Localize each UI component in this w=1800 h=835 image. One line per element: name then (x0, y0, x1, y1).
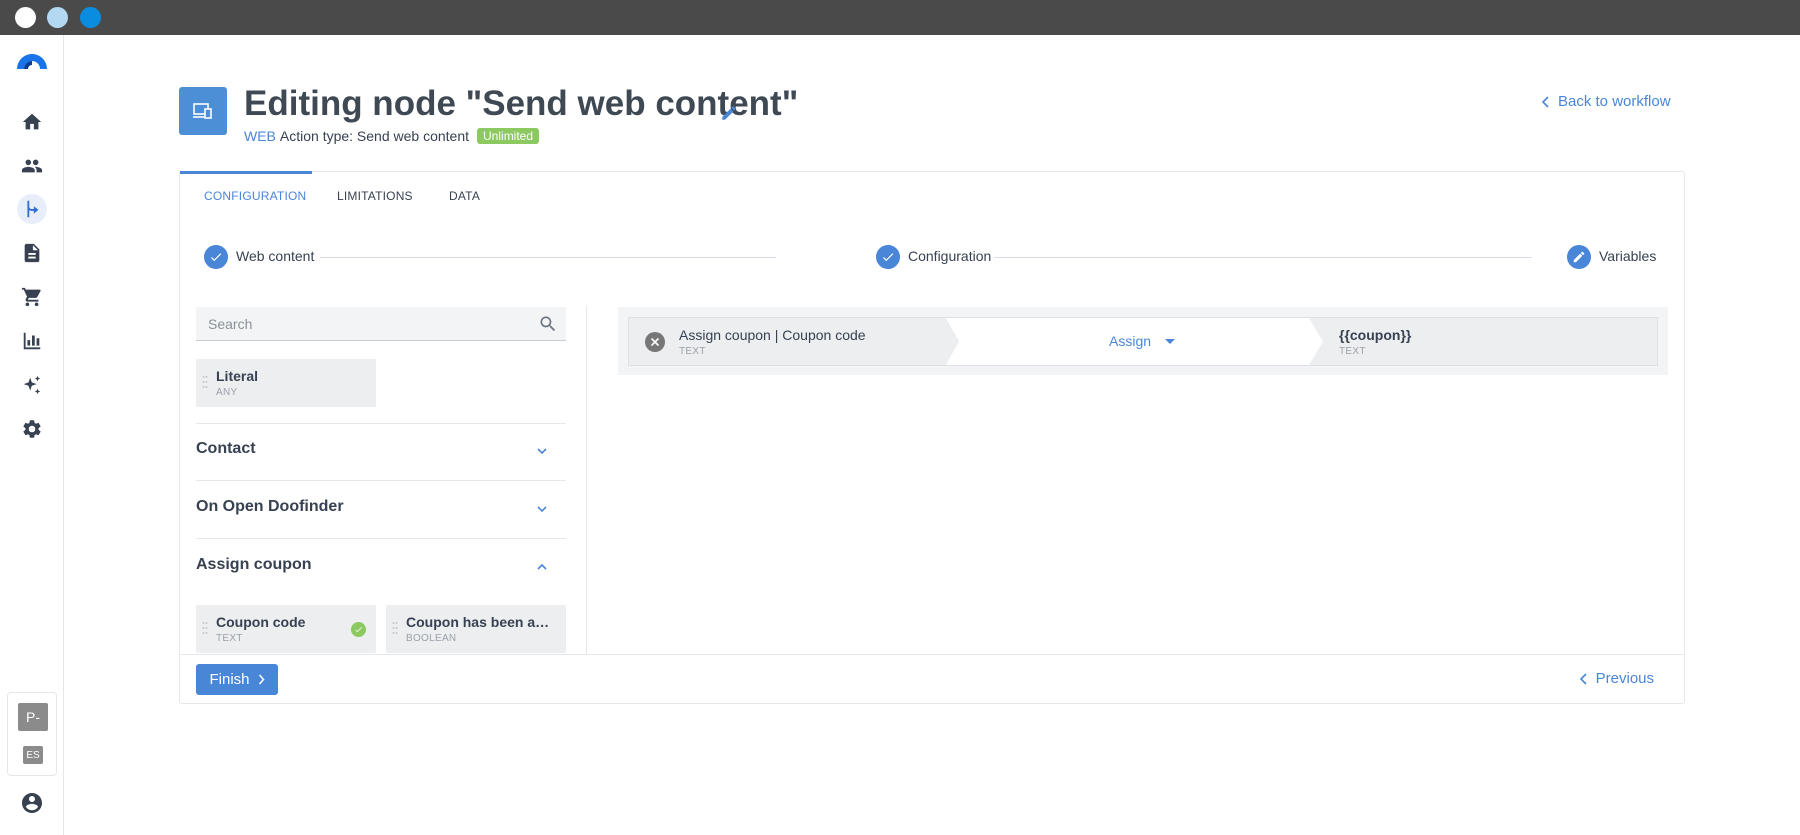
previous-link-label: Previous (1595, 670, 1654, 687)
action-type-label: Action type: Send web content (279, 128, 470, 144)
home-icon[interactable] (17, 107, 47, 137)
tab-data[interactable]: DATA (449, 189, 480, 203)
operation-dropdown[interactable]: Assign (1109, 333, 1176, 349)
chevron-down-icon[interactable] (536, 445, 548, 457)
mapping-target-name: {{coupon}} (1339, 327, 1412, 343)
workspace-switcher[interactable]: P- ES (7, 692, 57, 776)
step-variables-edit-icon[interactable] (1567, 245, 1591, 269)
people-icon[interactable] (17, 151, 47, 181)
variable-type: TEXT (216, 633, 243, 644)
page-title: Editing node "Send web content" (244, 84, 799, 123)
chevron-right-icon (258, 674, 265, 685)
drag-handle-icon[interactable] (392, 621, 398, 635)
stepper-connector (994, 257, 1532, 258)
workspace-badge[interactable]: P- (18, 703, 48, 731)
workflow-icon[interactable] (17, 194, 47, 224)
node-type-icon (179, 87, 227, 135)
variable-chip-coupon-code[interactable]: Coupon code TEXT (196, 605, 376, 653)
footer-divider (180, 654, 1684, 655)
back-link-label: Back to workflow (1558, 93, 1671, 110)
tab-bar: CONFIGURATION LIMITATIONS DATA (180, 171, 1684, 222)
search-input[interactable] (208, 307, 528, 340)
gear-icon[interactable] (17, 414, 47, 444)
step-web-content-label[interactable]: Web content (236, 248, 314, 264)
step-configuration-check-icon[interactable] (876, 245, 900, 269)
chevron-left-icon (1579, 672, 1587, 685)
chevron-up-icon[interactable] (536, 561, 548, 573)
variables-panel: Literal ANY Contact On Open Doofinder As… (196, 307, 566, 654)
node-subtitle: WEB Action type: Send web content Unlimi… (244, 128, 540, 144)
previous-link[interactable]: Previous (1579, 670, 1654, 687)
cart-icon[interactable] (17, 282, 47, 312)
node-editor-card: CONFIGURATION LIMITATIONS DATA Web conte… (179, 171, 1685, 704)
chevron-left-icon (1542, 95, 1549, 108)
variable-type: BOOLEAN (406, 633, 457, 644)
variable-type: ANY (216, 387, 238, 398)
bar-chart-icon[interactable] (17, 326, 47, 356)
window-minimize-button[interactable] (47, 7, 68, 28)
language-badge[interactable]: ES (23, 746, 43, 764)
mapping-source-type: TEXT (679, 346, 706, 357)
sparkle-icon[interactable] (17, 370, 47, 400)
mapping-row: Assign coupon | Coupon code TEXT Assign … (628, 317, 1658, 366)
chevron-down-icon[interactable] (536, 503, 548, 515)
section-divider (196, 423, 566, 424)
tab-configuration[interactable]: CONFIGURATION (204, 189, 306, 203)
selected-check-icon (351, 622, 366, 637)
search-icon[interactable] (538, 314, 558, 334)
app-logo-icon[interactable] (16, 53, 48, 69)
step-web-content-check-icon[interactable] (204, 245, 228, 269)
edit-title-icon[interactable] (720, 104, 738, 122)
back-to-workflow-link[interactable]: Back to workflow (1542, 93, 1671, 110)
variable-name: Coupon has been assi... (406, 614, 556, 630)
variable-chip-literal[interactable]: Literal ANY (196, 359, 376, 407)
web-device-icon (193, 103, 212, 119)
step-configuration-label[interactable]: Configuration (908, 248, 991, 264)
section-divider (196, 538, 566, 539)
mapping-dropzone[interactable]: Assign coupon | Coupon code TEXT Assign … (618, 307, 1668, 375)
drag-handle-icon[interactable] (202, 621, 208, 635)
window-maximize-button[interactable] (80, 7, 101, 28)
section-divider (196, 480, 566, 481)
variable-chip-coupon-assigned[interactable]: Coupon has been assi... BOOLEAN (386, 605, 566, 653)
drag-handle-icon[interactable] (202, 375, 208, 389)
variable-name: Literal (216, 368, 259, 384)
caret-down-icon (1165, 338, 1176, 344)
finish-button-label: Finish (209, 671, 250, 688)
tab-limitations[interactable]: LIMITATIONS (337, 189, 413, 203)
channel-tag[interactable]: WEB (244, 128, 276, 144)
sidebar: P- ES (0, 35, 64, 835)
section-contact-title[interactable]: Contact (196, 440, 256, 458)
window-close-button[interactable] (15, 7, 36, 28)
remove-mapping-icon[interactable] (645, 332, 665, 352)
section-on-open-doofinder-title[interactable]: On Open Doofinder (196, 498, 344, 516)
panel-divider (586, 307, 587, 654)
finish-button[interactable]: Finish (196, 664, 278, 695)
limit-badge: Unlimited (477, 128, 540, 144)
section-assign-coupon-title[interactable]: Assign coupon (196, 556, 312, 574)
stepper-connector (320, 257, 776, 258)
window-titlebar (0, 0, 1800, 35)
operation-label: Assign (1109, 333, 1152, 349)
active-tab-indicator (180, 171, 312, 174)
mapping-source-name: Assign coupon | Coupon code (679, 327, 866, 343)
account-icon[interactable] (20, 791, 44, 815)
variable-name: Coupon code (216, 614, 306, 630)
step-variables-label[interactable]: Variables (1599, 248, 1656, 264)
document-icon[interactable] (17, 238, 47, 268)
variable-search (196, 307, 566, 341)
mapping-target-type: TEXT (1339, 346, 1366, 357)
